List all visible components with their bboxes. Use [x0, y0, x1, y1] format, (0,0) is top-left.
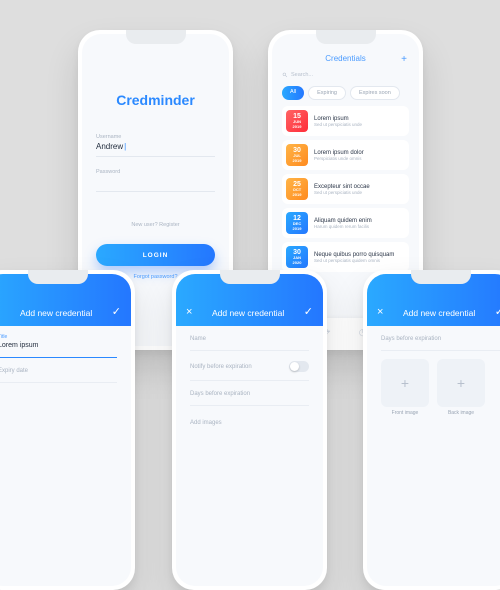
add-icon[interactable]: +	[401, 54, 407, 65]
front-image-label: Front image	[381, 410, 429, 416]
expiry-date-field[interactable]: Expiry date	[0, 368, 117, 383]
login-button[interactable]: LOGIN	[96, 244, 215, 266]
name-field[interactable]: Name	[190, 336, 309, 351]
username-label: Username	[96, 134, 215, 140]
phone-add-credential-2: × Add new credential ✓ Name Notify befor…	[172, 270, 327, 590]
close-icon[interactable]: ×	[186, 306, 192, 318]
back-image-slot[interactable]: +	[437, 359, 485, 407]
date-badge: 30JUL2019	[286, 144, 308, 166]
list-item[interactable]: 30JAN2020Neque quibus porro quisquamSed …	[282, 242, 409, 272]
days-field[interactable]: Days before expiration	[190, 391, 309, 406]
search-input[interactable]: Search...	[282, 67, 409, 80]
page-title: Credentials +	[272, 34, 419, 67]
list-item[interactable]: 12DEC2019Aliquam quidem enimHarum quidem…	[282, 208, 409, 238]
chip-expiring[interactable]: Expiring	[308, 86, 346, 100]
search-icon	[282, 72, 288, 78]
list-item[interactable]: 25OCT2019Excepteur sint occaeSed ut pers…	[282, 174, 409, 204]
front-image-slot[interactable]: +	[381, 359, 429, 407]
date-badge: 15JUN2019	[286, 110, 308, 132]
notify-toggle-row: Notify before expiration	[190, 361, 309, 381]
filter-chips: All Expiring Expires soon	[282, 86, 409, 100]
confirm-icon[interactable]: ✓	[112, 305, 121, 318]
date-badge: 25OCT2019	[286, 178, 308, 200]
page-title: Add new credential	[20, 308, 92, 318]
date-badge: 12DEC2019	[286, 212, 308, 234]
confirm-icon[interactable]: ✓	[495, 305, 500, 318]
notify-toggle[interactable]	[289, 361, 309, 372]
confirm-icon[interactable]: ✓	[304, 305, 313, 318]
phone-add-credential-1: × Add new credential ✓ Title Lorem ipsum…	[0, 270, 135, 590]
credential-list: 15JUN2019Lorem ipsumSed ut perspiciatis …	[272, 106, 419, 272]
date-badge: 30JAN2020	[286, 246, 308, 268]
list-item[interactable]: 15JUN2019Lorem ipsumSed ut perspiciatis …	[282, 106, 409, 136]
close-icon[interactable]: ×	[377, 306, 383, 318]
add-images-link[interactable]: Add images	[190, 420, 309, 426]
chip-all[interactable]: All	[282, 86, 304, 100]
password-label: Password	[96, 169, 215, 175]
app-brand: Credminder	[96, 92, 215, 108]
title-field-label: Title	[0, 334, 117, 342]
page-title: Add new credential	[212, 308, 284, 318]
password-input[interactable]	[96, 177, 215, 192]
title-input[interactable]: Lorem ipsum	[0, 342, 117, 358]
days-field[interactable]: Days before expiration	[381, 336, 500, 351]
chip-expires-soon[interactable]: Expires soon	[350, 86, 400, 100]
list-item[interactable]: 30JUL2019Lorem ipsum dolorPerspiciatis u…	[282, 140, 409, 170]
username-input[interactable]: Andrew	[96, 142, 215, 157]
register-link[interactable]: New user? Register	[96, 222, 215, 228]
page-title: Add new credential	[403, 308, 475, 318]
back-image-label: Back image	[437, 410, 485, 416]
phone-add-credential-3: × Add new credential ✓ Days before expir…	[363, 270, 500, 590]
